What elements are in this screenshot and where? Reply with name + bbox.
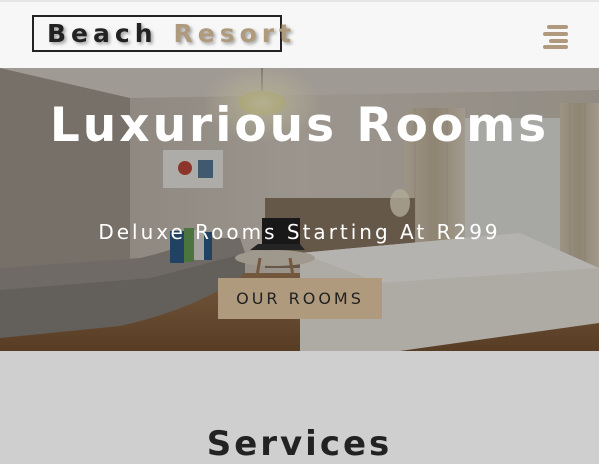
menu-icon[interactable] [543, 25, 568, 49]
logo-text-beach: Beach [47, 19, 158, 48]
hero-subtitle: Deluxe Rooms Starting At R299 [98, 220, 501, 244]
hero-title: Luxurious Rooms [49, 98, 550, 153]
hero-banner: Luxurious Rooms Deluxe Rooms Starting At… [0, 68, 599, 351]
navbar: Beach Resort [0, 0, 599, 68]
logo-text-resort: Resort [173, 19, 297, 48]
site-logo[interactable]: Beach Resort [32, 15, 291, 52]
services-heading: Services [206, 424, 393, 464]
our-rooms-button[interactable]: OUR ROOMS [218, 278, 382, 319]
